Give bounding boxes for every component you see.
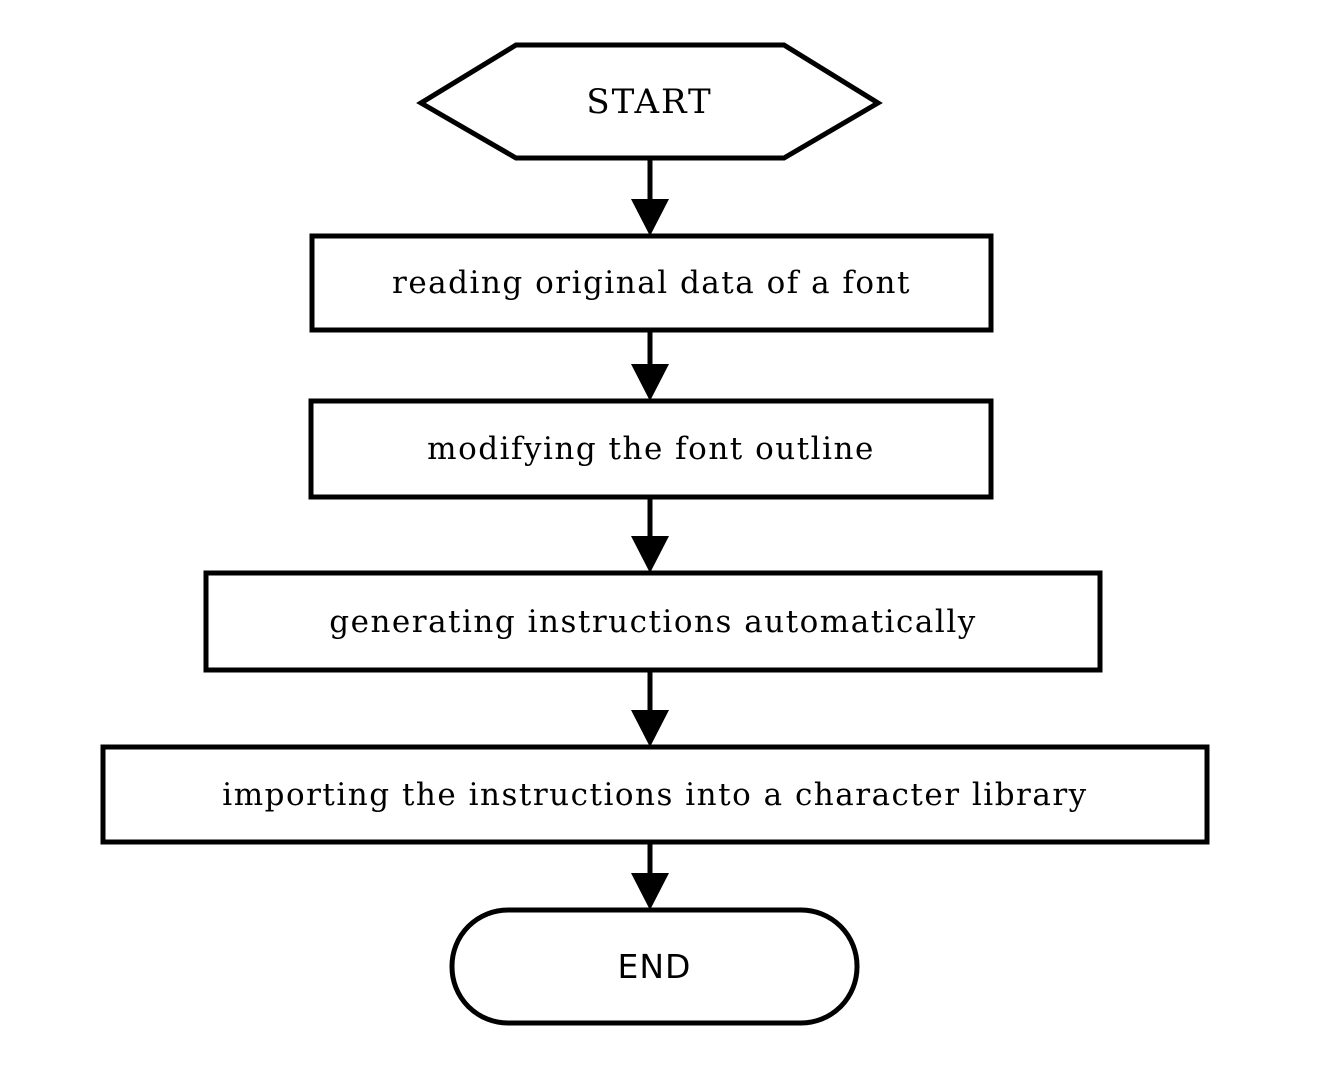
arrow-start-to-step1 — [631, 158, 669, 236]
flowchart-canvas: START reading original data of a font mo… — [0, 0, 1318, 1075]
node-step-4-shape[interactable] — [100, 744, 1210, 845]
node-step-1-shape[interactable] — [309, 233, 994, 333]
arrow-step2-to-step3 — [631, 497, 669, 573]
node-step-2-shape[interactable] — [308, 398, 994, 500]
arrow-step4-to-end — [631, 842, 669, 910]
arrow-step3-to-step4 — [631, 670, 669, 747]
node-end-shape[interactable] — [449, 907, 860, 1026]
flowchart-svg — [100, 42, 1210, 1026]
node-start-shape[interactable] — [416, 42, 883, 161]
node-step-3-shape[interactable] — [203, 570, 1103, 673]
arrow-step1-to-step2 — [631, 330, 669, 401]
